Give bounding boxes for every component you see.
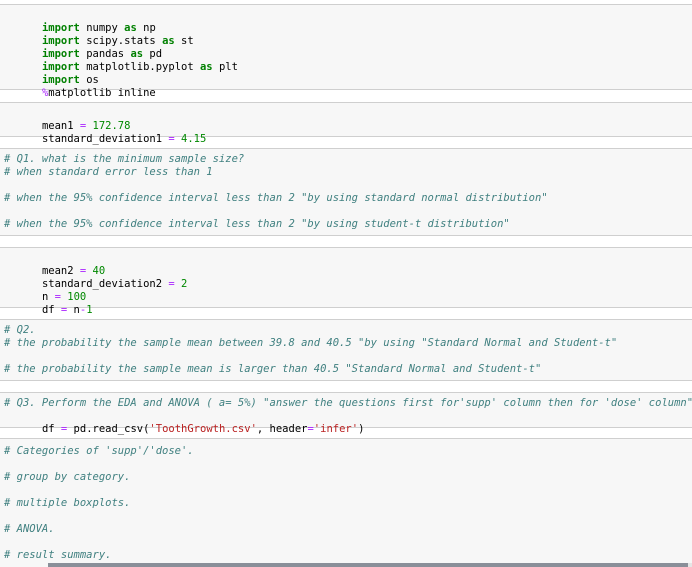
string-literal: 'infer' bbox=[313, 423, 359, 435]
code-cell-q1[interactable]: # Q1. what is the minimum sample size? #… bbox=[0, 148, 692, 236]
variable-name: n bbox=[67, 304, 80, 316]
variable-name: standard_deviation1 bbox=[41, 133, 169, 145]
number-literal: 4.15 bbox=[174, 133, 207, 145]
code-line: import os bbox=[4, 61, 99, 86]
comment-line: # the probability the sample mean is lar… bbox=[4, 363, 542, 375]
code-cell-mean2[interactable]: mean2 = 40 standard_deviation2 = 2 n = 1… bbox=[0, 247, 692, 316]
variable-name: df bbox=[41, 423, 61, 435]
code-line: import numpy as np bbox=[4, 9, 156, 34]
comment-line: # ANOVA. bbox=[4, 523, 55, 535]
code-line: import pandas as pd bbox=[4, 35, 162, 60]
code-line: df = n-1 bbox=[4, 291, 93, 316]
comment-line: # Categories of 'supp'/'dose'. bbox=[4, 445, 194, 457]
code-cell-q2[interactable]: # Q2. # the probability the sample mean … bbox=[0, 319, 692, 381]
code-line: mean1 = 172.78 bbox=[4, 107, 131, 132]
code-line: standard_deviation1 = 4.15 bbox=[4, 120, 206, 145]
comment-line: # group by category. bbox=[4, 471, 131, 483]
variable-name: df bbox=[41, 304, 61, 316]
code-line: mean2 = 40 bbox=[4, 252, 105, 277]
scrollbar-thumb[interactable] bbox=[48, 563, 688, 567]
code-line: %matplotlib inline bbox=[4, 74, 156, 99]
code-cell-mean1[interactable]: mean1 = 172.78 standard_deviation1 = 4.1… bbox=[0, 102, 692, 145]
comment-line: # result summary. bbox=[4, 549, 112, 561]
comment-line: # multiple boxplots. bbox=[4, 497, 131, 509]
horizontal-scrollbar[interactable] bbox=[48, 563, 692, 567]
number-literal: 1 bbox=[86, 304, 93, 316]
string-literal: 'ToothGrowth.csv' bbox=[149, 423, 257, 435]
keyword: as bbox=[162, 35, 175, 47]
number-literal: 2 bbox=[174, 278, 188, 290]
code-line: import matplotlib.pyplot as plt bbox=[4, 48, 238, 73]
magic-command: matplotlib inline bbox=[48, 87, 156, 99]
comment-line: # the probability the sample mean betwee… bbox=[4, 337, 618, 349]
code-cell-imports[interactable]: import numpy as np import scipy.stats as… bbox=[0, 4, 692, 99]
code-line: import scipy.stats as st bbox=[4, 22, 194, 47]
comment-line: # when the 95% confidence interval less … bbox=[4, 218, 510, 230]
comment-line: # Q2. bbox=[4, 324, 36, 336]
comment-line: # Q3. Perform the EDA and ANOVA ( a= 5%)… bbox=[4, 397, 692, 409]
code-line: df = pd.read_csv('ToothGrowth.csv', head… bbox=[4, 410, 364, 435]
alias-name: plt bbox=[212, 61, 238, 73]
closing-paren: ) bbox=[358, 423, 365, 435]
comment-line: # Q1. what is the minimum sample size? bbox=[4, 153, 245, 165]
comment-line: # when standard error less than 1 bbox=[4, 166, 213, 178]
code-cell-q3[interactable]: # Q3. Perform the EDA and ANOVA ( a= 5%)… bbox=[0, 392, 692, 435]
code-line: standard_deviation2 = 2 bbox=[4, 265, 187, 290]
notebook: import numpy as np import scipy.stats as… bbox=[0, 0, 692, 567]
keyword: as bbox=[199, 61, 213, 73]
comment-line: # when the 95% confidence interval less … bbox=[4, 192, 548, 204]
code-line: n = 100 bbox=[4, 278, 86, 303]
function-call: pd.read_csv( bbox=[67, 423, 150, 435]
code-cell-summary[interactable]: # Categories of 'supp'/'dose'. # group b… bbox=[0, 438, 692, 567]
alias-name: st bbox=[174, 35, 194, 47]
argument-name: , header bbox=[256, 423, 308, 435]
